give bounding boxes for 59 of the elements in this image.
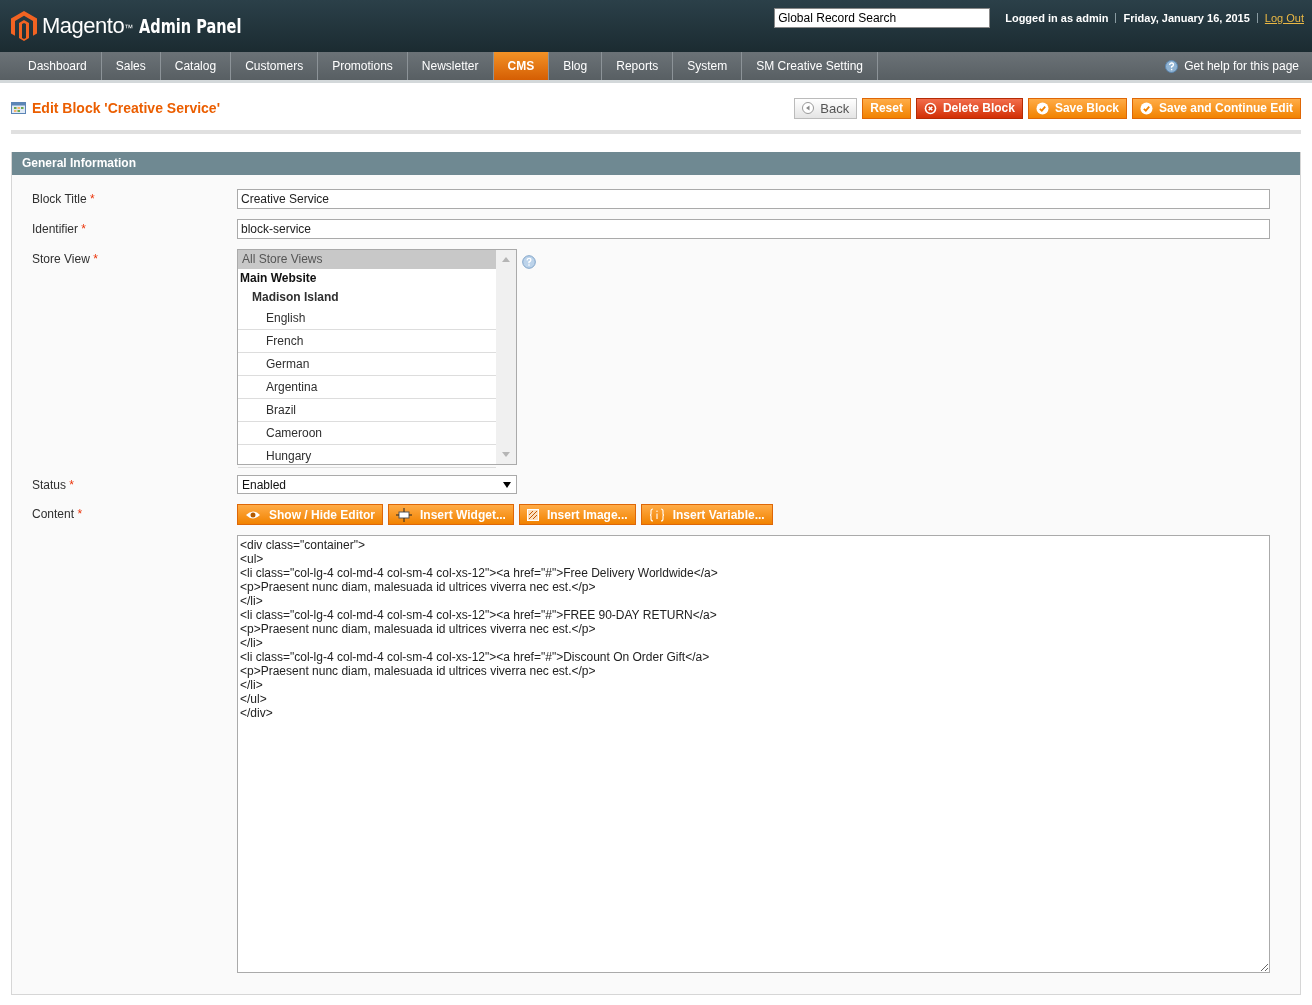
store-option[interactable]: French bbox=[238, 330, 496, 353]
down-arrow-icon[interactable] bbox=[502, 452, 510, 457]
scrollbar[interactable] bbox=[496, 250, 516, 464]
menu-tab[interactable]: Blog bbox=[549, 52, 603, 80]
store-view-list[interactable]: All Store Views Main Website Madison Island English French German Argentina Brazil Cameroon Hungary bbox=[237, 249, 517, 465]
page-title: Edit Block 'Creative Service' bbox=[32, 100, 220, 116]
user-info: Logged in as admin bbox=[1005, 12, 1109, 24]
store-option[interactable]: English bbox=[238, 307, 496, 330]
content-editor[interactable]: <div class="container"> <ul> <li class="col-lg-4 col-md-4 col-sm-4 col-xs-12"><a href="#">Free Delivery Worldwide</a> <p>Praesent nunc diam, malesuada id ultrices viverra nec est.</p> </li> <li class="col-lg-4 col-md-4 col-sm-4 col-xs-12"><a href="#">FREE 90-DAY RETURN</a> <p>Praesent nunc diam, malesuada id ultrices viverra nec est.</p> </li> <li class="col-lg-4 col-md-4 col-sm-4 col-xs-12"><a href="#">Discount On Order Gift</a> <p>Praesent nunc diam, malesuada id ultrices viverra nec est.</p> </li> </ul> </div> bbox=[237, 535, 1270, 973]
menu-tab[interactable]: CMS bbox=[493, 52, 550, 80]
field-label: Content * bbox=[32, 506, 84, 521]
logo-icon bbox=[11, 11, 37, 41]
section-header: General Information bbox=[12, 152, 1300, 175]
logo-text: Magento bbox=[42, 13, 125, 39]
store-option[interactable]: Brazil bbox=[238, 399, 496, 422]
status-select[interactable]: Enabled bbox=[237, 475, 517, 494]
field-label: Status * bbox=[32, 477, 76, 492]
field-label: Identifier * bbox=[32, 221, 88, 236]
menu-tab[interactable]: Dashboard bbox=[14, 52, 102, 80]
website-group: Main Website bbox=[238, 269, 496, 288]
menu-tab[interactable]: Customers bbox=[231, 52, 319, 80]
help-icon bbox=[1165, 59, 1179, 73]
menu-tab[interactable]: Sales bbox=[101, 52, 161, 80]
menu-tab[interactable]: System bbox=[673, 52, 743, 80]
help-link[interactable]: Get help for this page bbox=[1184, 59, 1299, 73]
menu-tab[interactable]: Newsletter bbox=[407, 52, 494, 80]
help-icon bbox=[522, 255, 536, 269]
delete-button[interactable]: Delete Block bbox=[915, 97, 1023, 119]
cross-circle-icon bbox=[923, 101, 937, 115]
store-group: Madison Island bbox=[238, 288, 496, 307]
product-name: Admin Panel bbox=[139, 15, 242, 37]
braces-icon bbox=[648, 507, 665, 522]
store-option[interactable]: All Store Views bbox=[238, 250, 496, 269]
menu-tab[interactable]: Promotions bbox=[318, 52, 408, 80]
eye-icon bbox=[245, 509, 261, 520]
menu-tab[interactable]: Catalog bbox=[160, 52, 232, 80]
up-arrow-icon[interactable] bbox=[502, 257, 510, 262]
store-option[interactable]: German bbox=[238, 353, 496, 376]
status-value: Enabled bbox=[242, 477, 287, 492]
identifier-field[interactable]: block-service bbox=[237, 219, 1270, 239]
store-option[interactable]: Argentina bbox=[238, 376, 496, 399]
block-title-field[interactable]: Creative Service bbox=[237, 189, 1270, 209]
field-label: Block Title * bbox=[32, 191, 96, 206]
trademark-sign: ™ bbox=[124, 23, 134, 33]
date-text: Friday, January 16, 2015 bbox=[1123, 12, 1250, 24]
search-field[interactable]: Global Record Search bbox=[774, 8, 991, 28]
back-button[interactable]: Back bbox=[794, 97, 858, 119]
store-option[interactable]: Hungary bbox=[238, 445, 496, 468]
menu-tab[interactable]: Reports bbox=[602, 52, 674, 80]
check-circle-icon bbox=[1140, 101, 1153, 115]
image-icon bbox=[526, 508, 539, 521]
grid-icon bbox=[11, 102, 26, 114]
store-option[interactable]: Cameroon bbox=[238, 422, 496, 445]
menu-tab[interactable]: SM Creative Setting bbox=[742, 52, 878, 80]
field-label: Store View * bbox=[32, 251, 99, 266]
dropdown-arrow-icon bbox=[503, 481, 511, 488]
widget-icon bbox=[396, 507, 412, 522]
check-circle-icon bbox=[1035, 101, 1049, 115]
logout-link[interactable]: Log Out bbox=[1264, 12, 1304, 24]
